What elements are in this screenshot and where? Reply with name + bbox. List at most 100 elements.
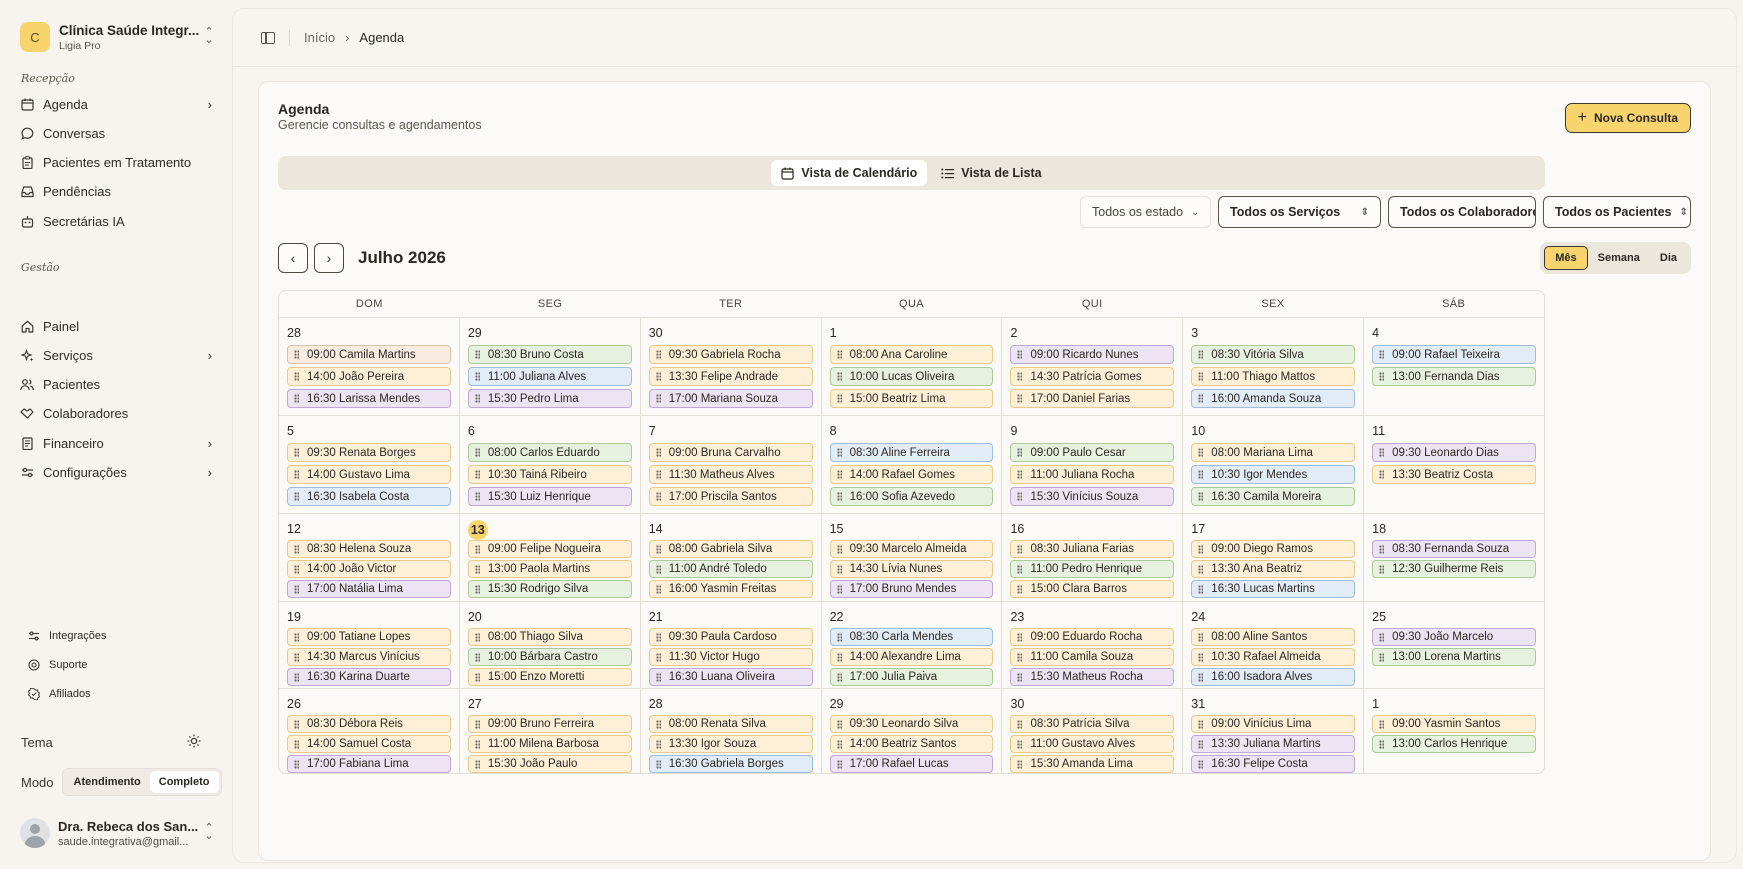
appointment-event[interactable]: 09:00 Eduardo Rocha	[1010, 628, 1175, 646]
drag-handle-icon[interactable]	[474, 564, 480, 574]
appointment-event[interactable]: 16:30 Camila Moreira	[1191, 487, 1356, 506]
appointment-event[interactable]: 15:30 João Paulo	[467, 755, 632, 773]
appointment-event[interactable]: 11:00 Gustavo Alves	[1010, 735, 1175, 753]
range-day[interactable]: Dia	[1650, 246, 1687, 270]
drag-handle-icon[interactable]	[836, 448, 842, 457]
calendar-day[interactable]: 10 08:00 Mariana Lima 10:30 Igor Mendes 16:…	[1183, 416, 1365, 513]
sidebar-item-painel[interactable]: Painel	[20, 313, 212, 339]
appointment-event[interactable]: 16:30 Gabriela Borges	[648, 755, 813, 773]
calendar-day[interactable]: 4 09:00 Rafael Teixeira 13:00 Fernanda Dia…	[1364, 318, 1544, 415]
drag-handle-icon[interactable]	[474, 394, 480, 403]
appointment-event[interactable]: 09:00 Felipe Nogueira	[467, 540, 632, 558]
drag-handle-icon[interactable]	[655, 470, 661, 479]
appointment-event[interactable]: 08:30 Patrícia Silva	[1010, 715, 1175, 733]
sidebar-item-conversas[interactable]: Conversas	[20, 120, 212, 146]
appointment-event[interactable]: 11:00 Milena Barbosa	[467, 735, 632, 753]
appointment-event[interactable]: 08:00 Aline Santos	[1191, 628, 1356, 646]
drag-handle-icon[interactable]	[836, 372, 842, 381]
appointment-event[interactable]: 16:00 Isadora Alves	[1191, 668, 1356, 686]
calendar-day[interactable]: 28 08:00 Renata Silva 13:30 Igor Souza 16:3…	[641, 689, 822, 773]
filter-status[interactable]: Todos os estado ⌄	[1080, 196, 1211, 228]
appointment-event[interactable]: 15:30 Vinícius Souza	[1010, 487, 1175, 506]
appointment-event[interactable]: 09:00 Camila Martins	[287, 345, 451, 364]
appointment-event[interactable]: 08:30 Vitória Silva	[1191, 345, 1356, 364]
appointment-event[interactable]: 16:00 Sofia Azevedo	[829, 487, 994, 506]
drag-handle-icon[interactable]	[1198, 584, 1204, 594]
appointment-event[interactable]: 14:00 Beatriz Santos	[829, 735, 994, 753]
drag-handle-icon[interactable]	[836, 739, 842, 749]
calendar-day[interactable]: 27 09:00 Bruno Ferreira 11:00 Milena Barbo…	[460, 689, 641, 773]
calendar-day[interactable]: 24 08:00 Aline Santos 10:30 Rafael Almeida…	[1183, 602, 1365, 688]
drag-handle-icon[interactable]	[1379, 544, 1385, 554]
drag-handle-icon[interactable]	[1017, 672, 1023, 682]
appointment-event[interactable]: 14:00 Gustavo Lima	[287, 465, 451, 484]
drag-handle-icon[interactable]	[836, 350, 842, 359]
appointment-event[interactable]: 11:00 André Toledo	[648, 560, 813, 578]
appointment-event[interactable]: 14:00 Samuel Costa	[287, 735, 451, 753]
appointment-event[interactable]: 17:00 Priscila Santos	[648, 487, 813, 506]
sidebar-item-colaboradores[interactable]: Colaboradores	[20, 401, 212, 427]
appointment-event[interactable]: 15:30 Amanda Lima	[1010, 755, 1175, 773]
sidebar-item-agenda[interactable]: Agenda ›	[20, 91, 212, 117]
sidebar-item-secretarias-ia[interactable]: Secretárias IA	[20, 208, 212, 234]
drag-handle-icon[interactable]	[1198, 394, 1204, 403]
drag-handle-icon[interactable]	[474, 719, 480, 729]
drag-handle-icon[interactable]	[1017, 448, 1023, 457]
calendar-day[interactable]: 7 09:00 Bruna Carvalho 11:30 Matheus Alves…	[641, 416, 822, 513]
sidebar-item-pacientes[interactable]: Pacientes	[20, 372, 212, 398]
appointment-event[interactable]: 11:00 Juliana Alves	[467, 367, 632, 386]
appointment-event[interactable]: 17:00 Fabiana Lima	[287, 755, 451, 773]
appointment-event[interactable]: 09:00 Bruno Ferreira	[467, 715, 632, 733]
drag-handle-icon[interactable]	[1379, 719, 1385, 729]
drag-handle-icon[interactable]	[655, 492, 661, 501]
appointment-event[interactable]: 15:00 Enzo Moretti	[467, 668, 632, 686]
appointment-event[interactable]: 09:00 Diego Ramos	[1191, 540, 1356, 558]
next-month-button[interactable]: ›	[314, 243, 344, 273]
appointment-event[interactable]: 09:00 Yasmin Santos	[1372, 715, 1537, 733]
calendar-day[interactable]: 9 09:00 Paulo Cesar 11:00 Juliana Rocha 15:…	[1002, 416, 1184, 513]
drag-handle-icon[interactable]	[294, 652, 299, 662]
drag-handle-icon[interactable]	[474, 470, 480, 479]
appointment-event[interactable]: 10:30 Rafael Almeida	[1191, 648, 1356, 666]
drag-handle-icon[interactable]	[836, 672, 842, 682]
drag-handle-icon[interactable]	[294, 564, 299, 574]
drag-handle-icon[interactable]	[1017, 492, 1023, 501]
appointment-event[interactable]: 13:00 Lorena Martins	[1372, 648, 1537, 666]
filter-patients[interactable]: Todos os Pacientes ⇕	[1543, 196, 1691, 228]
tab-calendar-view[interactable]: Vista de Calendário	[771, 160, 928, 186]
drag-handle-icon[interactable]	[1198, 372, 1204, 381]
drag-handle-icon[interactable]	[836, 564, 842, 574]
appointment-event[interactable]: 09:00 Vinícius Lima	[1191, 715, 1356, 733]
appointment-event[interactable]: 11:30 Matheus Alves	[648, 465, 813, 484]
calendar-day[interactable]: 18 08:30 Fernanda Souza 12:30 Guilherme Re…	[1364, 514, 1544, 601]
drag-handle-icon[interactable]	[294, 719, 299, 729]
calendar-day[interactable]: 30 08:30 Patrícia Silva 11:00 Gustavo Alve…	[1002, 689, 1184, 773]
new-appointment-button[interactable]: + Nova Consulta	[1564, 103, 1691, 133]
drag-handle-icon[interactable]	[294, 759, 299, 769]
appointment-event[interactable]: 13:00 Paola Martins	[467, 560, 632, 578]
drag-handle-icon[interactable]	[294, 350, 299, 359]
drag-handle-icon[interactable]	[474, 672, 480, 682]
drag-handle-icon[interactable]	[474, 350, 480, 359]
drag-handle-icon[interactable]	[1198, 350, 1204, 359]
appointment-event[interactable]: 17:00 Bruno Mendes	[829, 580, 994, 598]
drag-handle-icon[interactable]	[1017, 372, 1023, 381]
appointment-event[interactable]: 16:30 Larissa Mendes	[287, 389, 451, 408]
appointment-event[interactable]: 11:00 Camila Souza	[1010, 648, 1175, 666]
calendar-day[interactable]: 12 08:30 Helena Souza 14:00 João Victor 17:…	[279, 514, 460, 601]
drag-handle-icon[interactable]	[294, 544, 299, 554]
drag-handle-icon[interactable]	[655, 394, 661, 403]
drag-handle-icon[interactable]	[474, 632, 480, 642]
drag-handle-icon[interactable]	[474, 492, 480, 501]
sidebar-footer-suporte[interactable]: Suporte	[27, 654, 88, 676]
appointment-event[interactable]: 09:30 João Marcelo	[1372, 628, 1537, 646]
appointment-event[interactable]: 08:00 Mariana Lima	[1191, 443, 1356, 462]
drag-handle-icon[interactable]	[294, 739, 299, 749]
drag-handle-icon[interactable]	[294, 632, 299, 642]
drag-handle-icon[interactable]	[655, 719, 661, 729]
appointment-event[interactable]: 09:30 Paula Cardoso	[648, 628, 813, 646]
drag-handle-icon[interactable]	[474, 372, 480, 381]
drag-handle-icon[interactable]	[1379, 564, 1385, 574]
drag-handle-icon[interactable]	[1017, 564, 1023, 574]
appointment-event[interactable]: 10:30 Tainá Ribeiro	[467, 465, 632, 484]
